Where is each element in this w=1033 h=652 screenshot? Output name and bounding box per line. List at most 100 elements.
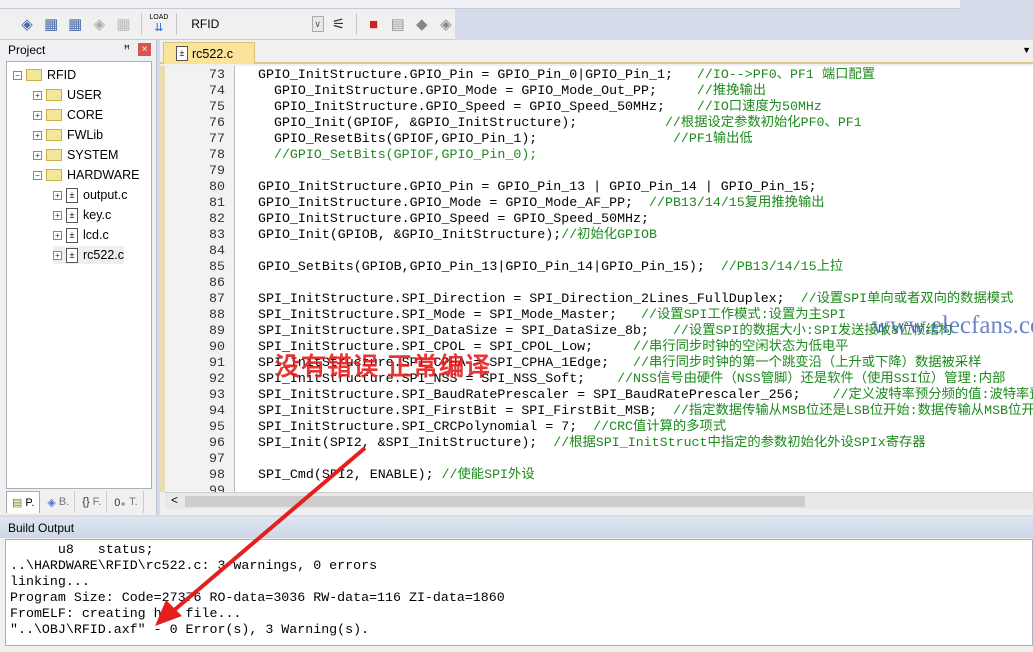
line-number: 90: [209, 339, 225, 354]
code-comment: //定义波特率预分频的值:波特率预分频值为256: [832, 387, 1033, 402]
code-line[interactable]: 84: [165, 243, 1033, 259]
stop-build-icon[interactable]: ▦: [114, 13, 132, 35]
expand-icon[interactable]: +: [53, 190, 62, 200]
tree-group-hardware[interactable]: − HARDWARE: [33, 166, 139, 184]
expand-icon[interactable]: +: [53, 230, 62, 240]
code-line[interactable]: 86: [165, 275, 1033, 291]
tab-rc522[interactable]: ± rc522.c: [163, 42, 255, 64]
code-comment: //GPIO_SetBits(GPIOF,GPIO_Pin_0);: [273, 147, 538, 162]
code-area[interactable]: 73 GPIO_InitStructure.GPIO_Pin = GPIO_Pin…: [160, 66, 1033, 492]
translate-icon[interactable]: ◈: [18, 13, 36, 35]
tree-file[interactable]: + ± key.c: [53, 206, 111, 224]
tab-templates[interactable]: 0₊ T.: [109, 491, 144, 513]
project-panel-header: Project ꟸ ×: [0, 40, 156, 59]
chevron-down-icon[interactable]: ∨: [311, 16, 324, 32]
expand-icon[interactable]: +: [53, 210, 62, 220]
functions-icon: {}: [82, 496, 90, 508]
project-panel-tabs: ▤ P. ◈ B. {} F. 0₊ T.: [6, 491, 144, 513]
code-line[interactable]: 98 SPI_Cmd(SPI2, ENABLE); //使能SPI外设: [165, 467, 1033, 483]
tree-label: CORE: [67, 108, 104, 122]
tab-list-icon[interactable]: ▼: [1022, 45, 1031, 55]
file-extensions-icon[interactable]: ▤: [389, 13, 407, 35]
c-file-icon: ±: [66, 187, 78, 203]
code-line[interactable]: 78 //GPIO_SetBits(GPIOF,GPIO_Pin_0);: [165, 147, 1033, 163]
tree-file-selected[interactable]: + ± rc522.c: [53, 246, 124, 264]
books-icon: ◈: [47, 496, 56, 509]
tab-label: rc522.c: [192, 46, 233, 61]
tree-file[interactable]: + ± lcd.c: [53, 226, 109, 244]
code-line[interactable]: 82 GPIO_InitStructure.GPIO_Speed = GPIO_S…: [165, 211, 1033, 227]
code-line[interactable]: 75 GPIO_InitStructure.GPIO_Speed = GPIO_…: [165, 99, 1033, 115]
folder-icon: [46, 129, 62, 141]
project-tree: − RFID + USER + CORE + FWLib + SYSTEM − HARDWA…: [6, 61, 152, 489]
env-icon[interactable]: ◈: [437, 13, 455, 35]
code-comment: //推挽输出: [696, 83, 767, 98]
code-text: SPI_InitStructure.SPI_Mode = SPI_Mode_Ma…: [258, 307, 846, 323]
build-icon[interactable]: ▦: [42, 13, 60, 35]
code-line[interactable]: 74 GPIO_InitStructure.GPIO_Mode = GPIO_M…: [165, 83, 1033, 99]
tree-label: output.c: [83, 188, 128, 202]
rebuild-icon[interactable]: ▦: [66, 13, 84, 35]
code: SPI_InitStructure.SPI_BaudRatePrescaler …: [258, 387, 833, 402]
line-number: 93: [209, 387, 225, 402]
target-select[interactable]: RFID: [185, 13, 305, 35]
scroll-left-icon[interactable]: <: [171, 493, 178, 507]
code-line[interactable]: 76 GPIO_Init(GPIOF, &GPIO_InitStructure)…: [165, 115, 1033, 131]
load-icon[interactable]: LOAD ⇊: [149, 13, 168, 35]
tree-file[interactable]: + ± output.c: [53, 186, 127, 204]
code-line[interactable]: 81 GPIO_InitStructure.GPIO_Mode = GPIO_Mo…: [165, 195, 1033, 211]
code: SPI_InitStructure.SPI_CRCPolynomial = 7;: [258, 419, 594, 434]
expand-icon[interactable]: +: [33, 130, 42, 140]
code-text: GPIO_SetBits(GPIOB,GPIO_Pin_13|GPIO_Pin_…: [258, 259, 843, 275]
manage-components-icon[interactable]: ■: [365, 13, 383, 35]
line-number: 81: [209, 195, 225, 210]
collapse-icon[interactable]: −: [33, 170, 42, 180]
code: SPI_InitStructure.SPI_FirstBit = SPI_Fir…: [258, 403, 673, 418]
tree-label: FWLib: [67, 128, 104, 142]
code-line[interactable]: 79: [165, 163, 1033, 179]
tree-group-system[interactable]: + SYSTEM: [33, 146, 118, 164]
code-line[interactable]: 99: [165, 483, 1033, 492]
code-line[interactable]: 73 GPIO_InitStructure.GPIO_Pin = GPIO_Pin…: [165, 67, 1033, 83]
batch-build-icon[interactable]: ◈: [90, 13, 108, 35]
tree-group-user[interactable]: + USER: [33, 86, 102, 104]
tab-functions[interactable]: {} F.: [77, 491, 108, 513]
code-line[interactable]: 87 SPI_InitStructure.SPI_Direction = SPI_…: [165, 291, 1033, 307]
expand-icon[interactable]: +: [33, 150, 42, 160]
code-line[interactable]: 77 GPIO_ResetBits(GPIOF,GPIO_Pin_1); //P…: [165, 131, 1033, 147]
tree-group-fwlib[interactable]: + FWLib: [33, 126, 103, 144]
build-output-text[interactable]: u8 status; ..\HARDWARE\RFID\rc522.c: 3 wa…: [5, 539, 1033, 646]
horizontal-scrollbar[interactable]: <: [165, 492, 1033, 509]
close-icon[interactable]: ×: [138, 43, 151, 56]
expand-icon[interactable]: +: [33, 90, 42, 100]
folder-icon: [46, 109, 62, 121]
code-text: SPI_Cmd(SPI2, ENABLE); //使能SPI外设: [258, 467, 535, 483]
code-line[interactable]: 85 GPIO_SetBits(GPIOB,GPIO_Pin_13|GPIO_Pi…: [165, 259, 1033, 275]
code-line[interactable]: 80 GPIO_InitStructure.GPIO_Pin = GPIO_Pin…: [165, 179, 1033, 195]
tree-label: HARDWARE: [67, 168, 140, 182]
code-text: SPI_InitStructure.SPI_CRCPolynomial = 7;…: [258, 419, 726, 435]
expand-icon[interactable]: +: [33, 110, 42, 120]
code-line[interactable]: 94 SPI_InitStructure.SPI_FirstBit = SPI_F…: [165, 403, 1033, 419]
code-line[interactable]: 83 GPIO_Init(GPIOB, &GPIO_InitStructure);…: [165, 227, 1033, 243]
collapse-icon[interactable]: −: [13, 70, 22, 80]
expand-icon[interactable]: +: [53, 250, 62, 260]
scrollbar-thumb[interactable]: [185, 496, 805, 507]
code: SPI_InitStructure.SPI_Direction = SPI_Di…: [258, 291, 801, 306]
code-line[interactable]: 93 SPI_InitStructure.SPI_BaudRatePrescale…: [165, 387, 1033, 403]
build-output-line: FromELF: creating hex file...: [10, 606, 242, 621]
code-line[interactable]: 97: [165, 451, 1033, 467]
tree-group-core[interactable]: + CORE: [33, 106, 103, 124]
tab-books[interactable]: ◈ B.: [42, 491, 76, 513]
line-number: 85: [209, 259, 225, 274]
code-comment: //使能SPI外设: [441, 467, 535, 482]
tree-root[interactable]: − RFID: [13, 66, 76, 84]
code-line[interactable]: 96 SPI_Init(SPI2, &SPI_InitStructure); //…: [165, 435, 1033, 451]
tree-label: rc522.c: [83, 248, 124, 262]
pack-installer-icon[interactable]: ◆: [413, 13, 431, 35]
pin-icon[interactable]: ꟸ: [124, 43, 130, 56]
code-text: SPI_Init(SPI2, &SPI_InitStructure); //根据…: [258, 435, 926, 451]
code-line[interactable]: 95 SPI_InitStructure.SPI_CRCPolynomial = …: [165, 419, 1033, 435]
tab-project[interactable]: ▤ P.: [6, 491, 41, 513]
target-options-icon[interactable]: ⚟: [330, 13, 348, 35]
